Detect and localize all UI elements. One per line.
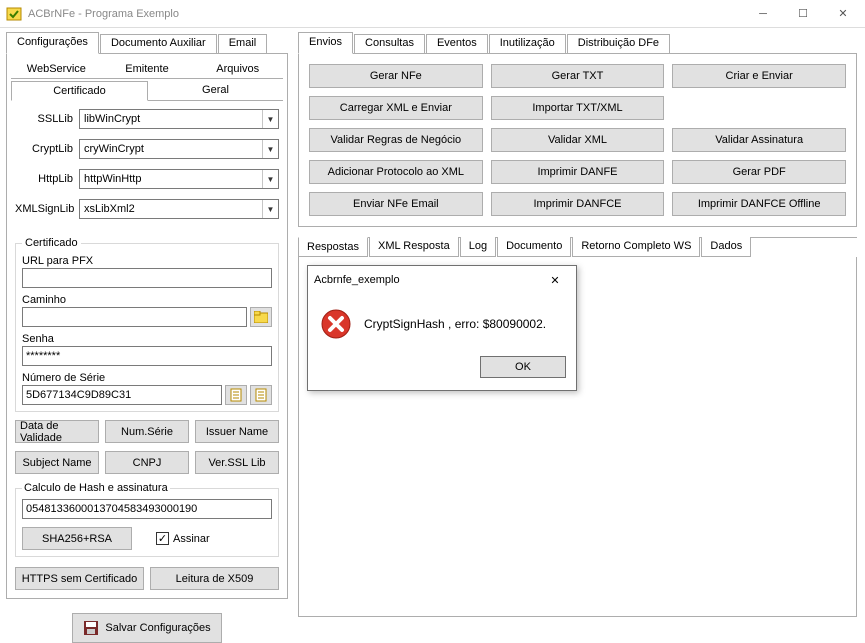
numserie-input[interactable]: 5D677134C9D89C31 [22,385,222,405]
ssllib-label: SSLLib [15,113,79,125]
chevron-down-icon: ▼ [262,110,278,128]
dialog-close-button[interactable]: ✕ [540,274,570,287]
respostas-panel: Acbrnfe_exemplo ✕ CryptSignHash , erro: … [298,257,857,617]
window-title: ACBrNFe - Programa Exemplo [28,8,743,20]
error-dialog: Acbrnfe_exemplo ✕ CryptSignHash , erro: … [307,265,577,391]
validar-xml-button[interactable]: Validar XML [491,128,665,152]
tab-distribuicao-dfe[interactable]: Distribuição DFe [567,34,670,54]
inner-tabset-row2: Certificado Geral [11,81,283,101]
leitura-x509-button[interactable]: Leitura de X509 [150,567,279,590]
ssllib-combo[interactable]: libWinCrypt▼ [79,109,279,129]
certificado-group: Certificado URL para PFX Caminho Senha *… [15,237,279,412]
cryptlib-combo[interactable]: cryWinCrypt▼ [79,139,279,159]
assinar-checkbox[interactable]: ✓ Assinar [156,532,210,545]
numserie-label: Número de Série [22,372,272,384]
error-icon [320,308,352,340]
issuer-name-button[interactable]: Issuer Name [195,420,279,443]
tab-retorno-completo[interactable]: Retorno Completo WS [572,237,700,257]
dialog-title: Acbrnfe_exemplo [314,274,400,286]
chevron-down-icon: ▼ [262,140,278,158]
right-tabset: Envios Consultas Eventos Inutilização Di… [298,32,857,54]
tab-configuracoes[interactable]: Configurações [6,32,99,54]
xmlsignlib-combo[interactable]: xsLibXml2▼ [79,199,279,219]
importar-txt-xml-button[interactable]: Importar TXT/XML [491,96,665,120]
salvar-config-button[interactable]: Salvar Configurações [72,613,222,643]
enviar-nfe-email-button[interactable]: Enviar NFe Email [309,192,483,216]
subject-name-button[interactable]: Subject Name [15,451,99,474]
validar-assinatura-button[interactable]: Validar Assinatura [672,128,846,152]
url-pfx-input[interactable] [22,268,272,288]
app-icon [6,6,22,22]
checkbox-icon: ✓ [156,532,169,545]
tab-geral[interactable]: Geral [148,81,283,101]
hash-legend: Calculo de Hash e assinatura [22,482,170,494]
tab-inutilizacao[interactable]: Inutilização [489,34,566,54]
tab-webservice[interactable]: WebService [11,60,102,79]
document-icon [255,388,267,402]
caminho-browse-button[interactable] [250,307,272,327]
numserie-button-2[interactable] [250,385,272,405]
xmlsignlib-label: XMLSignLib [15,203,79,215]
action-grid: Gerar NFe Gerar TXT Criar e Enviar Carre… [309,64,846,216]
left-tabset: Configurações Documento Auxiliar Email [6,32,288,54]
senha-label: Senha [22,333,272,345]
criar-enviar-button[interactable]: Criar e Enviar [672,64,846,88]
certificado-legend: Certificado [22,237,81,249]
num-serie-button[interactable]: Num.Série [105,420,189,443]
caminho-input[interactable] [22,307,247,327]
httplib-combo[interactable]: httpWinHttp▼ [79,169,279,189]
imprimir-danfe-button[interactable]: Imprimir DANFE [491,160,665,184]
tab-dados[interactable]: Dados [701,237,751,257]
tab-documento-auxiliar[interactable]: Documento Auxiliar [100,34,217,54]
hash-group: Calculo de Hash e assinatura 05481336000… [15,482,279,557]
tab-envios[interactable]: Envios [298,32,353,54]
validar-regras-button[interactable]: Validar Regras de Negócio [309,128,483,152]
imprimir-danfce-button[interactable]: Imprimir DANFCE [491,192,665,216]
minimize-button[interactable]: ─ [743,0,783,27]
assinar-label: Assinar [173,533,210,545]
url-pfx-label: URL para PFX [22,255,272,267]
save-icon [83,620,99,636]
https-sem-cert-button[interactable]: HTTPS sem Certificado [15,567,144,590]
maximize-button[interactable]: ☐ [783,0,823,27]
httplib-label: HttpLib [15,173,79,185]
gerar-nfe-button[interactable]: Gerar NFe [309,64,483,88]
tab-respostas[interactable]: Respostas [298,237,368,257]
ver-ssl-lib-button[interactable]: Ver.SSL Lib [195,451,279,474]
tab-eventos[interactable]: Eventos [426,34,488,54]
numserie-button-1[interactable] [225,385,247,405]
tab-documento[interactable]: Documento [497,237,571,257]
cnpj-button[interactable]: CNPJ [105,451,189,474]
close-button[interactable]: ✕ [823,0,863,27]
tab-certificado[interactable]: Certificado [11,81,148,101]
data-validade-button[interactable]: Data de Validade [15,420,99,443]
chevron-down-icon: ▼ [262,200,278,218]
imprimir-danfce-offline-button[interactable]: Imprimir DANFCE Offline [672,192,846,216]
cryptlib-label: CryptLib [15,143,79,155]
titlebar: ACBrNFe - Programa Exemplo ─ ☐ ✕ [0,0,865,28]
inner-tabset-row1: WebService Emitente Arquivos [11,60,283,79]
tab-xml-resposta[interactable]: XML Resposta [369,237,459,257]
document-icon [230,388,242,402]
gerar-pdf-button[interactable]: Gerar PDF [672,160,846,184]
tab-consultas[interactable]: Consultas [354,34,425,54]
hash-input[interactable]: 0548133600013704583493000190 [22,499,272,519]
gerar-txt-button[interactable]: Gerar TXT [491,64,665,88]
lower-tabset: Respostas XML Resposta Log Documento Ret… [298,237,857,257]
dialog-ok-button[interactable]: OK [480,356,566,378]
tab-email[interactable]: Email [218,34,268,54]
caminho-label: Caminho [22,294,272,306]
sha256-rsa-button[interactable]: SHA256+RSA [22,527,132,550]
tab-emitente[interactable]: Emitente [102,60,193,79]
adicionar-protocolo-button[interactable]: Adicionar Protocolo ao XML [309,160,483,184]
chevron-down-icon: ▼ [262,170,278,188]
tab-log[interactable]: Log [460,237,496,257]
carregar-xml-enviar-button[interactable]: Carregar XML e Enviar [309,96,483,120]
tab-arquivos[interactable]: Arquivos [192,60,283,79]
folder-icon [254,311,268,323]
senha-input[interactable]: ******** [22,346,272,366]
dialog-message: CryptSignHash , erro: $80090002. [364,317,546,331]
